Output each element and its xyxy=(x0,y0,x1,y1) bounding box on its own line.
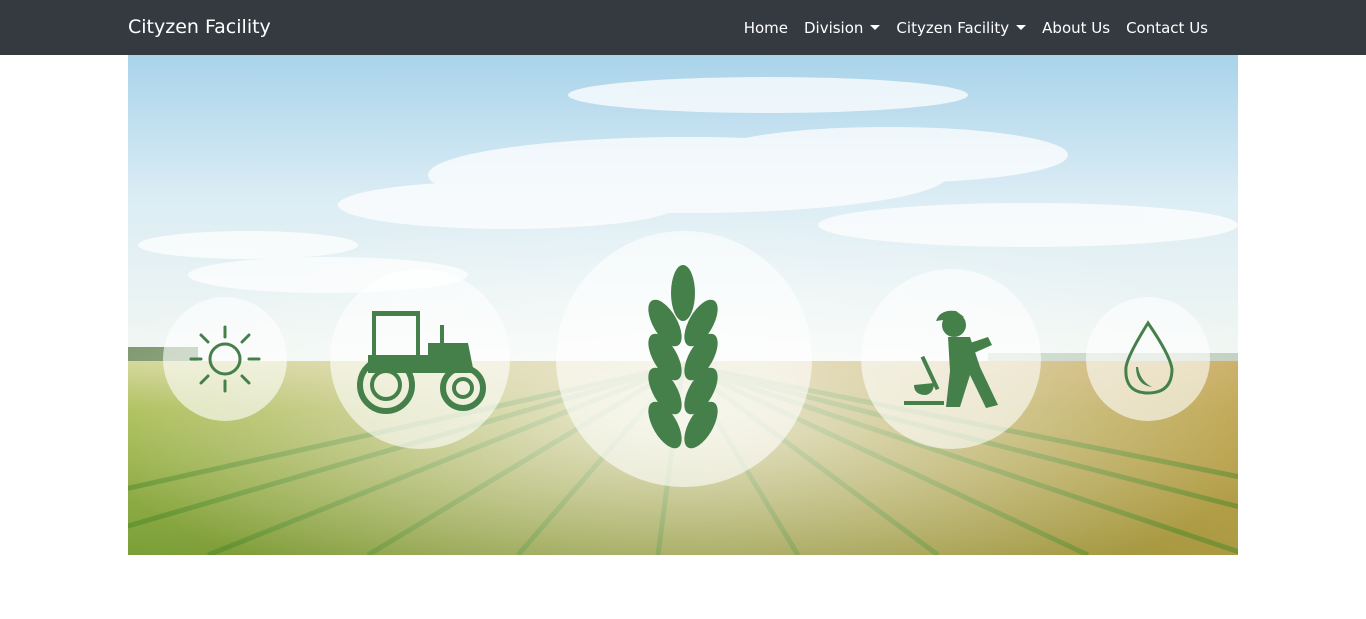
nav-menu: Home Division Cityzen Facility About Us … xyxy=(736,0,1216,55)
sun-icon xyxy=(163,297,287,421)
nav-dropdown-division[interactable]: Division xyxy=(796,19,888,37)
caret-down-icon xyxy=(1016,24,1027,30)
caret-down-icon xyxy=(870,24,881,30)
nav-link-contact-us[interactable]: Contact Us xyxy=(1118,19,1216,37)
nav-link-label: Cityzen Facility xyxy=(896,19,1010,37)
nav-link-label: About Us xyxy=(1042,19,1111,37)
nav-item-home: Home xyxy=(736,18,796,37)
farmer-digging-icon xyxy=(861,269,1041,449)
nav-item-division: Division xyxy=(796,18,888,37)
water-drop-icon xyxy=(1086,297,1210,421)
top-navbar: Cityzen Facility Home Division Cityzen F… xyxy=(0,0,1366,55)
nav-link-label: Contact Us xyxy=(1126,19,1208,37)
nav-item-about-us: About Us xyxy=(1034,18,1118,37)
wheat-icon xyxy=(556,231,812,487)
nav-link-label: Home xyxy=(743,19,788,37)
nav-link-label: Division xyxy=(803,19,864,37)
hero-farm-image xyxy=(128,55,1238,555)
nav-link-about-us[interactable]: About Us xyxy=(1034,19,1118,37)
nav-item-cityzen-facility: Cityzen Facility xyxy=(888,18,1034,37)
nav-link-home[interactable]: Home xyxy=(736,19,796,37)
nav-dropdown-cityzen-facility[interactable]: Cityzen Facility xyxy=(888,19,1034,37)
navbar-brand[interactable]: Cityzen Facility xyxy=(128,0,271,55)
tractor-icon xyxy=(330,269,510,449)
nav-item-contact-us: Contact Us xyxy=(1118,18,1216,37)
hero-banner xyxy=(128,55,1238,555)
